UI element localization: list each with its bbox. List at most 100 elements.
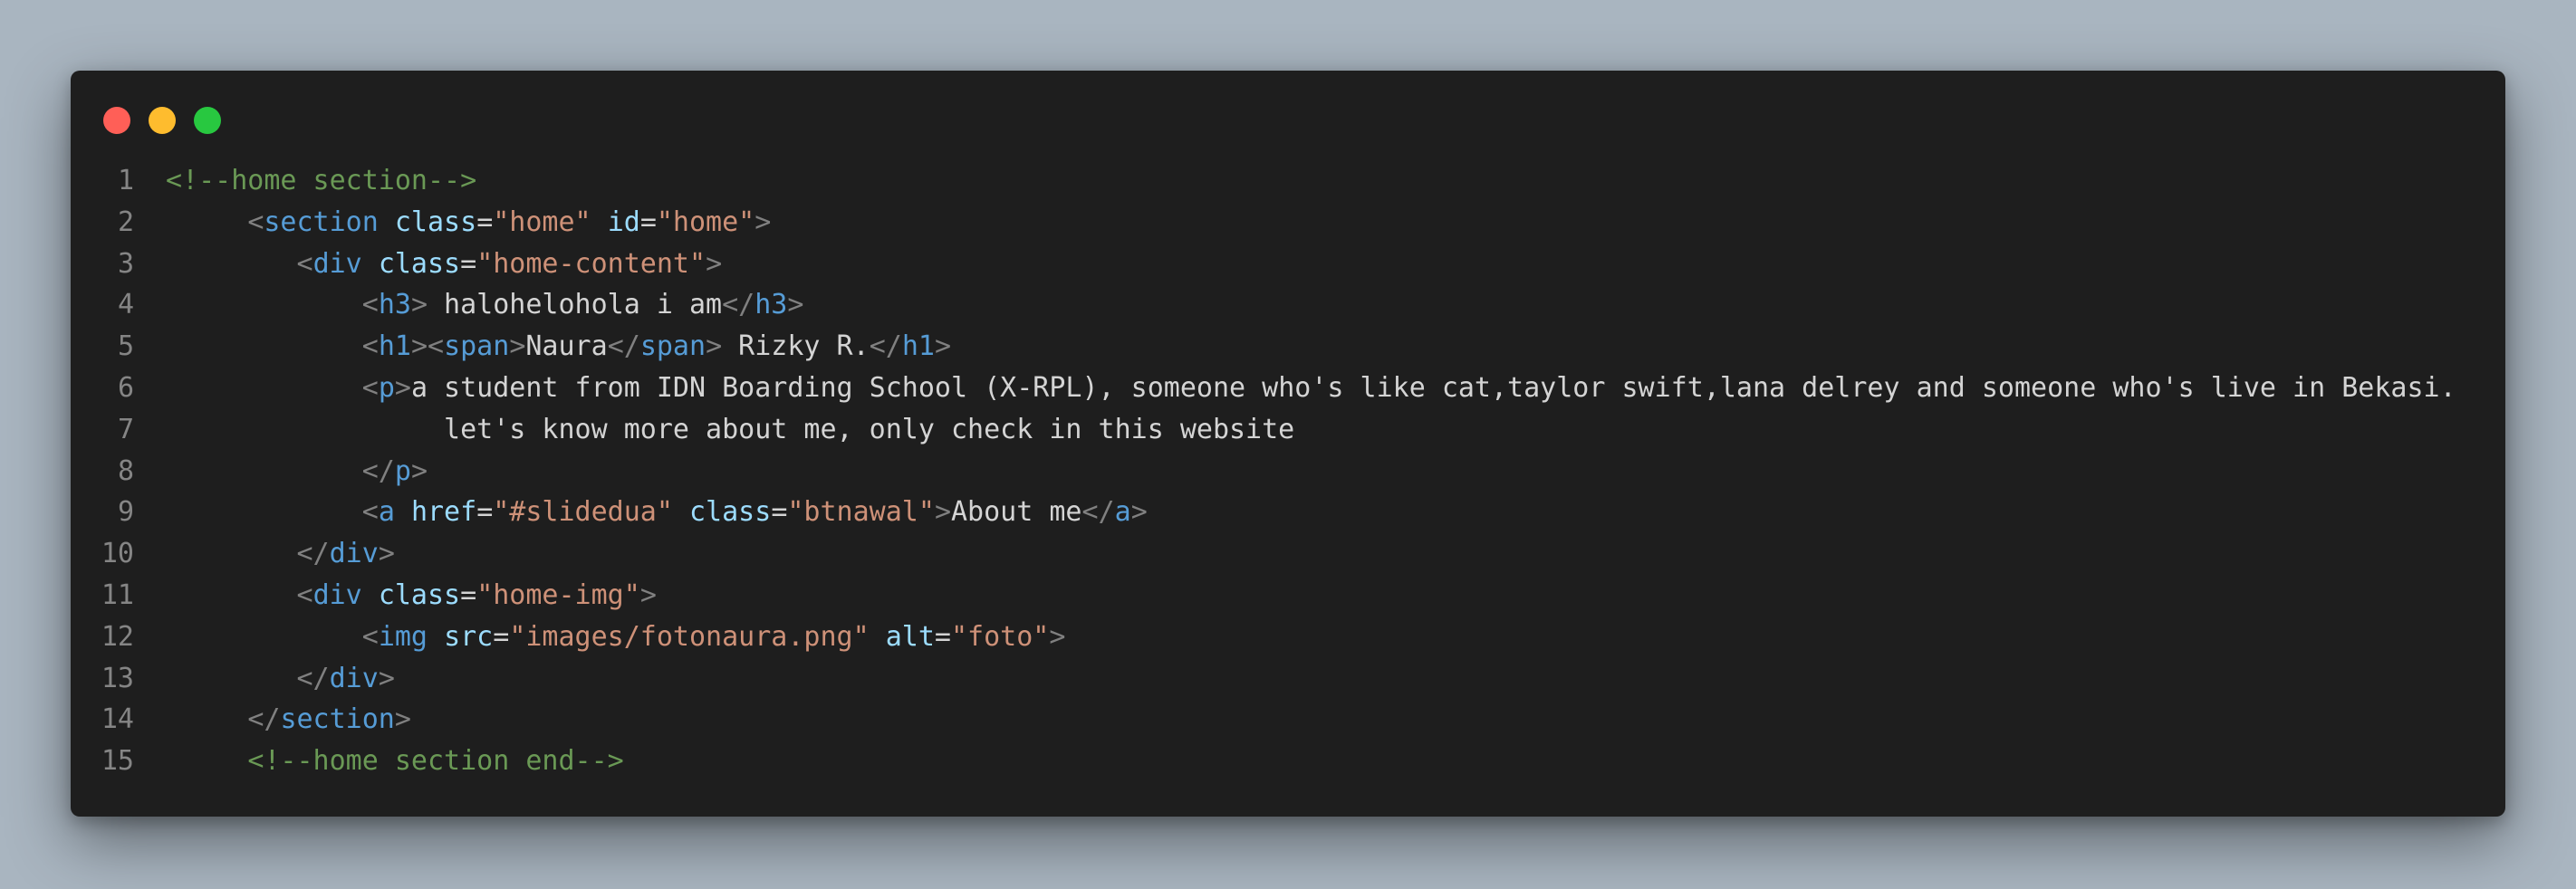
code-token: class [378,247,461,280]
code-line: 13 </div> [71,658,2505,700]
code-token: "images/fotonaura.png" [509,620,870,653]
line-number: 1 [117,165,134,196]
minimize-window-icon[interactable] [149,107,176,134]
code-token: = [771,496,788,529]
code-token: > [1049,620,1066,653]
code-token: a [1114,496,1131,529]
code-line: 2 <section class="home" id="home"> [71,202,2505,244]
code-token: > [639,578,657,611]
code-editor[interactable]: 1 <!--home section--> 2 <section class="ho… [71,160,2505,782]
code-token: = [493,620,510,653]
code-token: section [264,206,379,238]
code-token: </ [361,454,395,487]
code-token: > [934,330,951,363]
code-text: <h1><span>Naura</span> Rizky R.</h1> [166,326,951,368]
code-token: < [361,289,379,321]
code-line: 4 <h3> halohelohola i am</h3> [71,284,2505,326]
code-text: <!--home section--> [166,160,476,202]
code-token: p [394,454,411,487]
code-token: a [378,496,395,529]
code-text: <h3> halohelohola i am</h3> [166,284,804,326]
code-token: "foto" [950,620,1050,653]
code-line: 14 </section> [71,699,2505,741]
code-token: = [476,206,494,238]
line-number: 4 [117,289,134,321]
code-token: > [410,454,428,487]
code-text: <img src="images/fotonaura.png" alt="fot… [166,617,1066,658]
code-token: href [410,496,477,529]
code-token: img [378,620,428,653]
code-text: <section class="home" id="home"> [166,202,771,244]
code-token: Rizky R. [722,330,870,363]
code-token: </ [247,703,281,736]
code-token: > [755,206,772,238]
code-token: div [312,578,362,611]
code-text: <a href="#slidedua" class="btnawal">Abou… [166,492,1148,533]
code-token: "home-img" [476,578,640,611]
close-window-icon[interactable] [103,107,130,134]
code-token: span [639,330,706,363]
code-line: 11 <div class="home-img"> [71,575,2505,617]
code-token: < [428,330,445,363]
code-text: </div> [166,658,395,700]
code-line: 9 <a href="#slidedua" class="btnawal">Ab… [71,492,2505,533]
code-token: < [361,496,379,529]
code-token: </ [1081,496,1115,529]
line-number: 13 [101,662,134,694]
code-token: class [378,578,461,611]
code-token: </ [607,330,640,363]
code-token: < [361,371,379,404]
code-token: id [607,206,640,238]
code-token: h3 [755,289,788,321]
code-token: section [280,703,395,736]
code-token: > [509,330,526,363]
zoom-window-icon[interactable] [194,107,221,134]
line-number: 12 [101,620,134,653]
code-token: < [296,247,313,280]
code-token: < [247,206,264,238]
code-token: > [787,289,804,321]
code-token: About me [951,496,1082,529]
line-number: 7 [117,413,134,445]
line-number: 14 [101,703,134,736]
code-token: alt [885,620,935,653]
code-text: <!--home section end--> [166,741,623,782]
code-token: "home" [493,206,591,238]
code-token: p [378,371,395,404]
code-line: 1 <!--home section--> [71,160,2505,202]
code-text: </p> [166,451,428,492]
line-number: 10 [101,538,134,570]
code-token: </ [722,289,755,321]
code-line: 10 </div> [71,533,2505,575]
line-number: 6 [117,371,134,404]
code-token: < [361,330,379,363]
code-token: div [312,247,362,280]
code-token: let's know more about me, only check in … [444,413,1295,445]
code-token: </ [296,662,330,694]
code-token: < [361,620,379,653]
code-text: <div class="home-img"> [166,575,657,617]
code-token: "btnawal" [787,496,935,529]
code-line: 6 <p>a student from IDN Boarding School … [71,368,2505,409]
code-token: > [378,538,395,570]
code-token: </ [869,330,902,363]
code-token: = [476,496,494,529]
line-number: 2 [117,206,134,238]
line-number: 3 [117,247,134,280]
code-token: > [706,247,723,280]
